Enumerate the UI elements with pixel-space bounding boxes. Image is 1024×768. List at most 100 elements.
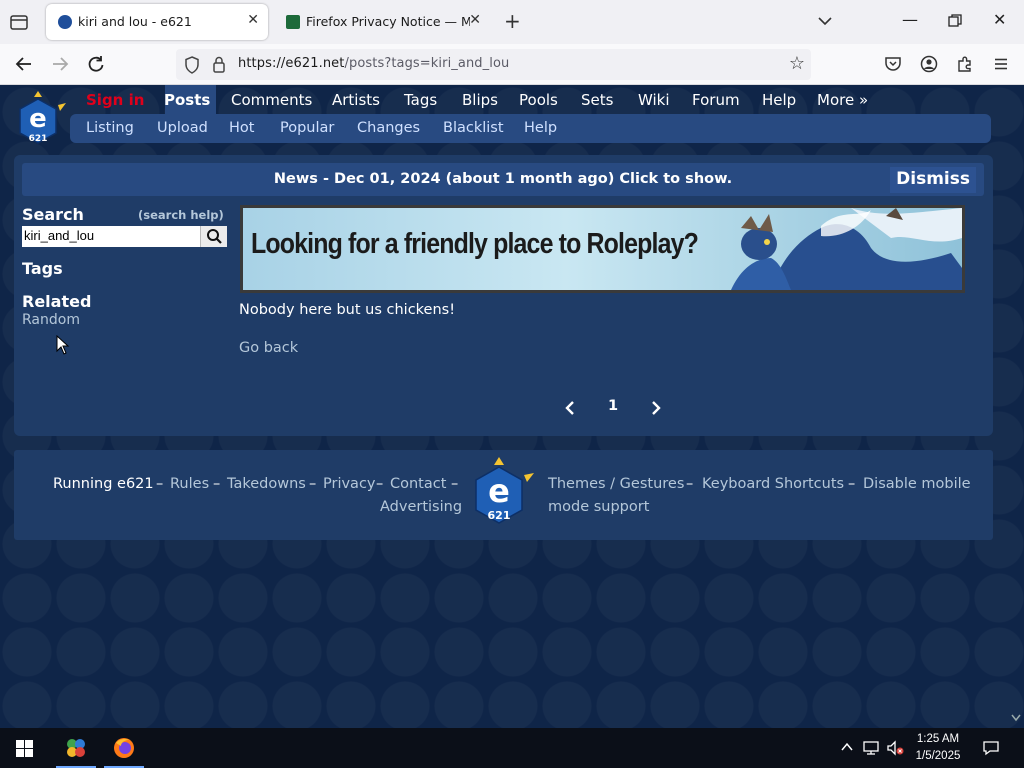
random-link[interactable]: Random — [22, 312, 80, 328]
windows-start-icon[interactable] — [16, 740, 33, 757]
close-window-icon[interactable]: ✕ — [993, 10, 1006, 29]
e621-footer-logo-icon[interactable]: e 621 — [470, 455, 536, 533]
chevron-left-icon[interactable] — [562, 398, 578, 418]
menu-pools[interactable]: Pools — [519, 91, 558, 109]
tab-list-icon[interactable] — [8, 12, 30, 32]
related-heading: Related — [22, 292, 92, 311]
svg-text:e: e — [29, 104, 47, 134]
new-tab-icon[interactable]: + — [504, 9, 521, 33]
e621-logo-icon[interactable]: e 621 — [14, 89, 70, 151]
submenu-help[interactable]: Help — [524, 120, 557, 136]
search-input-value[interactable]: kiri_and_lou — [24, 228, 94, 243]
main-content: News - Dec 01, 2024 (about 1 month ago) … — [14, 155, 993, 436]
svg-text:621: 621 — [488, 509, 511, 522]
tab-firefox-privacy[interactable]: Firefox Privacy Notice — Mozill ✕ — [274, 4, 490, 40]
menu-comments[interactable]: Comments — [231, 91, 312, 109]
footer-privacy-link[interactable]: Privacy — [323, 476, 376, 492]
footer-themes-link[interactable]: Themes / Gestures — [548, 476, 684, 492]
submenu-listing[interactable]: Listing — [86, 120, 134, 136]
extensions-icon[interactable] — [956, 55, 974, 73]
tab-e621[interactable]: kiri and lou - e621 ✕ — [46, 4, 268, 40]
reload-icon[interactable] — [86, 54, 106, 74]
notifications-icon[interactable] — [982, 740, 1000, 756]
sub-menu: Listing Upload Hot Popular Changes Black… — [70, 114, 991, 143]
ad-banner[interactable]: Looking for a friendly place to Roleplay… — [240, 205, 965, 293]
footer-disable-mobile-link[interactable]: Disable mobile — [863, 476, 971, 492]
pocket-icon[interactable] — [884, 55, 902, 73]
submenu-hot[interactable]: Hot — [229, 120, 254, 136]
taskbar: 1:25 AM 1/5/2025 — [0, 728, 1024, 768]
chevron-down-icon[interactable] — [816, 12, 834, 30]
address-bar[interactable]: https://e621.net/posts?tags=kiri_and_lou… — [176, 49, 811, 80]
menu-help[interactable]: Help — [762, 91, 796, 109]
go-back-link[interactable]: Go back — [239, 340, 298, 356]
svg-text:621: 621 — [29, 134, 48, 144]
svg-text:e: e — [488, 472, 510, 510]
dismiss-button[interactable]: Dismiss — [890, 167, 976, 193]
submenu-upload[interactable]: Upload — [157, 120, 208, 136]
menu-hamburger-icon[interactable] — [992, 55, 1010, 73]
url-path: /posts?tags=kiri_and_lou — [344, 56, 510, 71]
url-host: https://e621.net — [238, 56, 345, 71]
running-e621-text: Running e621 — [53, 476, 154, 492]
forward-icon[interactable] — [50, 54, 70, 74]
menu-sign-in[interactable]: Sign in — [86, 91, 144, 109]
chevron-right-icon[interactable] — [648, 398, 664, 418]
footer-advertising-link[interactable]: Advertising — [380, 499, 462, 515]
menu-forum[interactable]: Forum — [692, 91, 740, 109]
menu-more[interactable]: More » — [817, 91, 868, 109]
menu-posts[interactable]: Posts — [164, 91, 210, 109]
sidebar: Search (search help) kiri_and_lou Tags R… — [22, 205, 227, 328]
current-page: 1 — [608, 398, 619, 414]
lock-icon[interactable] — [212, 56, 226, 73]
search-input[interactable]: kiri_and_lou — [22, 226, 227, 247]
close-tab-icon[interactable]: ✕ — [247, 12, 259, 28]
url-text[interactable]: https://e621.net/posts?tags=kiri_and_lou — [238, 56, 509, 71]
taskbar-clock[interactable]: 1:25 AM 1/5/2025 — [906, 731, 970, 765]
scroll-down-arrow-icon[interactable] — [1010, 713, 1022, 723]
page: e 621 Sign in Posts Comments Artists Tag… — [0, 85, 1024, 728]
bookmark-star-icon[interactable]: ☆ — [789, 53, 805, 74]
footer-disable-mobile-link-line2[interactable]: mode support — [548, 499, 649, 515]
submenu-blacklist[interactable]: Blacklist — [443, 120, 504, 136]
account-icon[interactable] — [920, 55, 938, 73]
menu-sets[interactable]: Sets — [581, 91, 613, 109]
taskbar-firefox[interactable] — [100, 728, 148, 768]
footer-takedowns-link[interactable]: Takedowns — [227, 476, 306, 492]
news-text[interactable]: News - Dec 01, 2024 (about 1 month ago) … — [22, 171, 984, 187]
tab-title: Firefox Privacy Notice — Mozill — [306, 14, 470, 29]
tab-title: kiri and lou - e621 — [78, 14, 192, 29]
footer-shortcuts-link[interactable]: Keyboard Shortcuts — [702, 476, 844, 492]
footer-contact-link[interactable]: Contact — [390, 476, 446, 492]
clock-time: 1:25 AM — [916, 733, 960, 745]
close-tab-icon[interactable]: ✕ — [469, 12, 481, 28]
separator: – — [156, 476, 164, 492]
menu-tags[interactable]: Tags — [404, 91, 437, 109]
banner-text: Looking for a friendly place to Roleplay… — [251, 228, 699, 260]
back-icon[interactable] — [14, 54, 34, 74]
separator: – — [309, 476, 317, 492]
menu-wiki[interactable]: Wiki — [638, 91, 670, 109]
news-bar[interactable]: News - Dec 01, 2024 (about 1 month ago) … — [22, 163, 984, 196]
search-button[interactable] — [200, 226, 227, 247]
minimize-icon[interactable]: — — [902, 10, 918, 29]
chevron-up-icon[interactable] — [840, 740, 854, 754]
maximize-icon[interactable] — [948, 14, 962, 28]
footer-rules-link[interactable]: Rules — [170, 476, 209, 492]
submenu-changes[interactable]: Changes — [357, 120, 420, 136]
dragon-character-image — [731, 208, 962, 290]
mozilla-favicon-icon — [286, 15, 300, 29]
menu-blips[interactable]: Blips — [462, 91, 498, 109]
e621-favicon-icon — [58, 15, 72, 29]
volume-muted-icon[interactable] — [886, 740, 904, 756]
menu-artists[interactable]: Artists — [332, 91, 380, 109]
shield-icon[interactable] — [184, 56, 200, 74]
search-help-link[interactable]: (search help) — [138, 208, 224, 222]
firefox-icon — [114, 738, 134, 758]
submenu-popular[interactable]: Popular — [280, 120, 334, 136]
browser-tab-bar: kiri and lou - e621 ✕ Firefox Privacy No… — [0, 0, 1024, 44]
network-icon[interactable] — [862, 740, 880, 756]
tags-heading: Tags — [22, 259, 63, 278]
separator: – — [686, 476, 694, 492]
taskbar-app-colorful[interactable] — [52, 728, 100, 768]
